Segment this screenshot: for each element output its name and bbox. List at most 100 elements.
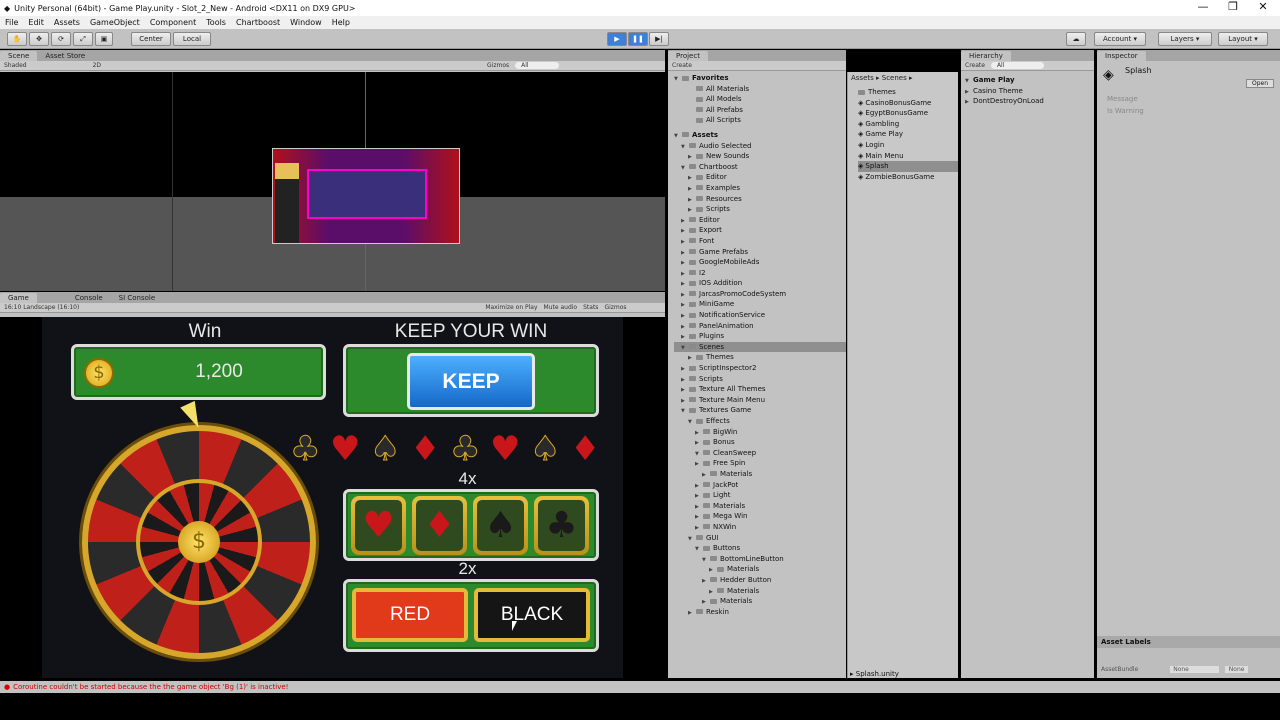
layers-dropdown[interactable]: Layers ▾ [1158, 32, 1212, 46]
project-folder-item[interactable]: ▶ Plugins [674, 331, 846, 342]
inspector-open-button[interactable]: Open [1245, 79, 1274, 88]
project-folder-item[interactable]: ▼ Chartboost [674, 162, 846, 173]
project-folder-item[interactable]: ▶ Mega Win [674, 511, 846, 522]
tab-si-console[interactable]: SI Console [111, 293, 164, 303]
pick-club-button[interactable]: ♣ [534, 496, 589, 555]
menu-edit[interactable]: Edit [23, 18, 49, 27]
assets-root[interactable]: ▼ Assets [674, 130, 846, 141]
project-folder-item[interactable]: ▶ Scripts [674, 204, 846, 215]
stats-toggle[interactable]: Stats [583, 304, 598, 311]
inspector-field-message[interactable]: Message [1107, 95, 1280, 107]
hand-tool-icon[interactable]: ✋ [7, 32, 27, 46]
project-folder-item[interactable]: ▶ ScriptInspector2 [674, 363, 846, 374]
pick-diamond-button[interactable]: ♦ [412, 496, 467, 555]
project-folder-item[interactable]: ▶ MiniGame [674, 299, 846, 310]
tab-hierarchy[interactable]: Hierarchy [961, 51, 1011, 61]
aspect-dropdown[interactable]: 16:10 Landscape (16:10) [4, 304, 79, 311]
scene-viewport[interactable] [0, 72, 665, 291]
favorite-item[interactable]: All Models [674, 94, 846, 105]
game-gizmos-dropdown[interactable]: Gizmos [604, 304, 626, 311]
pick-spade-button[interactable]: ♠ [473, 496, 528, 555]
project-folder-item[interactable]: ▼ BottomLineButton [674, 554, 846, 565]
menu-assets[interactable]: Assets [49, 18, 85, 27]
project-folder-item[interactable]: ▶ Texture All Themes [674, 384, 846, 395]
favorites-header[interactable]: ▼ Favorites [674, 73, 846, 84]
menu-window[interactable]: Window [285, 18, 327, 27]
project-folder-item[interactable]: ▼ CleanSweep [674, 448, 846, 459]
shaded-dropdown[interactable]: Shaded [4, 62, 27, 69]
project-folder-item[interactable]: ▶ Editor [674, 215, 846, 226]
project-breadcrumb[interactable]: Assets ▸ Scenes ▸ [848, 72, 958, 84]
maximize-button[interactable]: ❐ [1218, 0, 1248, 14]
project-folder-item[interactable]: ▶ Free Spin [674, 458, 846, 469]
project-folder-item[interactable]: ▶ New Sounds [674, 151, 846, 162]
scene-file-item[interactable]: ◈ ZombieBonusGame [858, 172, 958, 183]
project-folder-item[interactable]: ▶ GoogleMobileAds [674, 257, 846, 268]
menu-component[interactable]: Component [145, 18, 201, 27]
status-bar[interactable]: ● Coroutine couldn't be started because … [0, 681, 1280, 693]
project-folder-item[interactable]: ▶ Font [674, 236, 846, 247]
tab-project[interactable]: Project [668, 51, 708, 61]
project-folder-item[interactable]: ▶ Bonus [674, 437, 846, 448]
inspector-field-is-warning[interactable]: Is Warning [1107, 107, 1280, 119]
project-folder-item[interactable]: ▼ Textures Game [674, 405, 846, 416]
assetbundle-variant-dropdown[interactable]: None [1224, 666, 1249, 673]
project-folder-item[interactable]: ▼ Effects [674, 416, 846, 427]
project-folder-item[interactable]: ▶ IOS Addition [674, 278, 846, 289]
menu-chartboost[interactable]: Chartboost [231, 18, 285, 27]
minimize-button[interactable]: — [1188, 0, 1218, 14]
asset-labels-header[interactable]: Asset Labels [1097, 636, 1280, 648]
pivot-center-button[interactable]: Center [131, 32, 171, 46]
mode-2d-toggle[interactable]: 2D [93, 62, 101, 69]
scene-file-item[interactable]: ◈ Splash [858, 161, 958, 172]
project-folder-item[interactable]: ▶ PanelAnimation [674, 321, 846, 332]
rect-tool-icon[interactable]: ▣ [95, 32, 113, 46]
menu-help[interactable]: Help [327, 18, 355, 27]
account-dropdown[interactable]: Account ▾ [1094, 32, 1146, 46]
project-folder-item[interactable]: ▼ Audio Selected [674, 141, 846, 152]
menu-tools[interactable]: Tools [201, 18, 231, 27]
scale-tool-icon[interactable]: ⤢ [73, 32, 93, 46]
tab-game[interactable]: Game [0, 293, 37, 303]
project-folder-item[interactable]: ▶ Export [674, 225, 846, 236]
hierarchy-item-dontdestroyonload[interactable]: ▶ DontDestroyOnLoad [965, 96, 1094, 107]
hierarchy-search[interactable]: All [990, 62, 1045, 69]
project-folder-item[interactable]: ▶ Game Prefabs [674, 247, 846, 258]
project-folder-item[interactable]: ▶ Materials [674, 596, 846, 607]
project-folder-item[interactable]: ▶ Light [674, 490, 846, 501]
project-folder-item[interactable]: ▼ GUI [674, 533, 846, 544]
move-tool-icon[interactable]: ✥ [29, 32, 49, 46]
scene-file-item[interactable]: ◈ EgyptBonusGame [858, 108, 958, 119]
tab-asset-store[interactable]: Asset Store [37, 51, 93, 61]
project-folder-item[interactable]: ▼ Buttons [674, 543, 846, 554]
keep-button[interactable]: KEEP [407, 353, 535, 410]
black-button[interactable]: BLACK [474, 588, 590, 642]
pivot-local-button[interactable]: Local [173, 32, 211, 46]
hierarchy-item-casino-theme[interactable]: ▶ Casino Theme [965, 86, 1094, 97]
project-folder-item[interactable]: ▶ JackPot [674, 480, 846, 491]
project-folder-item[interactable]: ▶ Reskin [674, 607, 846, 618]
menu-file[interactable]: File [0, 18, 23, 27]
menu-gameobject[interactable]: GameObject [85, 18, 145, 27]
project-folder-item[interactable]: ▶ I2 [674, 268, 846, 279]
project-folder-item[interactable]: ▶ Hedder Button [674, 575, 846, 586]
scene-file-item[interactable]: ◈ Game Play [858, 129, 958, 140]
assetbundle-name-dropdown[interactable]: None [1170, 666, 1219, 673]
favorite-item[interactable]: All Materials [674, 84, 846, 95]
scene-file-item[interactable]: ◈ Login [858, 140, 958, 151]
project-folder-item[interactable]: ▶ Examples [674, 183, 846, 194]
rotate-tool-icon[interactable]: ⟳ [51, 32, 71, 46]
step-button-icon[interactable]: ▶| [649, 32, 669, 46]
roulette-wheel[interactable]: $ [82, 425, 316, 659]
project-folder-item[interactable]: ▶ Themes [674, 352, 846, 363]
themes-folder-item[interactable]: Themes [858, 87, 958, 98]
scene-gizmos-dropdown[interactable]: Gizmos [487, 62, 509, 69]
mute-audio-toggle[interactable]: Mute audio [544, 304, 578, 311]
layout-dropdown[interactable]: Layout ▾ [1218, 32, 1268, 46]
pick-heart-button[interactable]: ♥ [351, 496, 406, 555]
project-folder-item[interactable]: ▶ Texture Main Menu [674, 395, 846, 406]
project-folder-item[interactable]: ▶ Materials [674, 564, 846, 575]
tab-inspector[interactable]: Inspector [1097, 51, 1146, 61]
project-folder-item[interactable]: ▶ Editor [674, 172, 846, 183]
project-folder-item[interactable]: ▶ BigWin [674, 427, 846, 438]
